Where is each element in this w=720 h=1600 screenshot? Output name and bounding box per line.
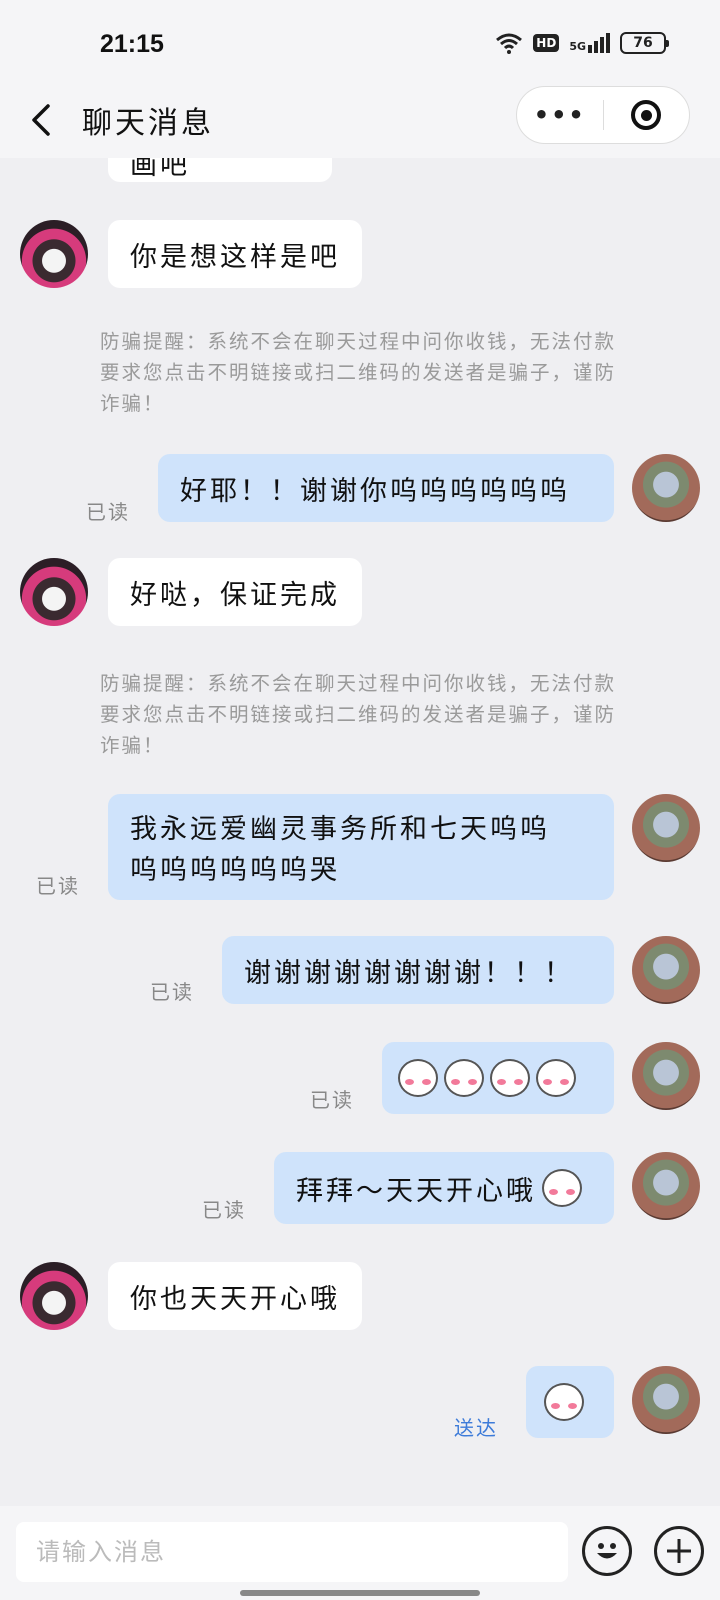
anti-fraud-warning: 防骗提醒：系统不会在聊天过程中问你收钱，无法付款要求您点击不明链接或扫二维码的发… (100, 672, 617, 757)
message-bubble-outgoing[interactable]: 我永远爱幽灵事务所和七天呜呜 呜呜呜呜呜呜哭 (108, 794, 614, 900)
avatar-other[interactable] (20, 1262, 88, 1330)
message-bubble-outgoing[interactable] (382, 1042, 614, 1114)
more-actions-button[interactable] (654, 1526, 704, 1576)
more-icon: ••• (533, 101, 586, 129)
message-bubble-outgoing[interactable]: 谢谢谢谢谢谢谢谢！！！ (222, 936, 614, 1004)
message-bubble-incoming[interactable]: 画吧 (108, 158, 332, 182)
network-label: 5G (569, 40, 586, 53)
page-title: 聊天消息 (82, 106, 214, 141)
message-bubble-incoming[interactable]: 你是想这样是吧 (108, 220, 362, 288)
message-text-line: 呜呜呜呜呜呜哭 (130, 855, 340, 886)
message-text: 你也天天开心哦 (130, 1283, 340, 1315)
read-status: 已读 (36, 874, 80, 898)
read-status: 已读 (310, 1088, 354, 1112)
message-text: 好哒，保证完成 (130, 579, 340, 611)
emoji-button[interactable] (582, 1526, 632, 1576)
input-bar: 请输入消息 (0, 1506, 720, 1600)
message-bubble-outgoing[interactable] (526, 1366, 614, 1438)
avatar-self[interactable] (632, 936, 700, 1004)
message-bubble-incoming[interactable]: 好哒，保证完成 (108, 558, 362, 626)
delivered-status: 送达 (454, 1416, 498, 1440)
message-text: 画吧 (130, 158, 190, 181)
message-text: 你是想这样是吧 (130, 241, 340, 273)
status-icons: HD 5G 76 (495, 32, 669, 54)
status-time: 21:15 (100, 30, 164, 58)
avatar-self[interactable] (632, 794, 700, 862)
more-options-button[interactable]: ••• (517, 101, 603, 129)
blush-face-sticker-icon (444, 1059, 484, 1097)
blush-face-sticker-icon (544, 1383, 584, 1421)
battery-indicator: 76 (620, 32, 669, 54)
blush-face-sticker-icon (536, 1059, 576, 1097)
message-text: 拜拜～天天开心哦 (296, 1175, 536, 1207)
message-text-line: 我永远爱幽灵事务所和七天呜呜 (130, 814, 550, 845)
blush-face-sticker-icon (490, 1059, 530, 1097)
avatar-other[interactable] (20, 558, 88, 626)
record-circle-icon (631, 100, 662, 130)
chat-header: 聊天消息 ••• (0, 86, 720, 158)
avatar-other[interactable] (20, 220, 88, 288)
avatar-self[interactable] (632, 1366, 700, 1434)
chat-message-list[interactable]: 画吧 你是想这样是吧 防骗提醒：系统不会在聊天过程中问你收钱，无法付款要求您点击… (0, 158, 720, 1506)
status-bar: 21:15 HD 5G 76 (0, 0, 720, 86)
read-status: 已读 (150, 980, 194, 1004)
message-bubble-outgoing[interactable]: 好耶！！谢谢你呜呜呜呜呜呜 (158, 454, 614, 522)
avatar-self[interactable] (632, 454, 700, 522)
message-input[interactable]: 请输入消息 (16, 1522, 568, 1582)
message-text: 好耶！！谢谢你呜呜呜呜呜呜 (180, 475, 570, 507)
avatar-self[interactable] (632, 1152, 700, 1220)
chevron-left-icon (32, 104, 50, 136)
plus-icon (667, 1539, 691, 1563)
battery-level: 76 (633, 35, 653, 51)
anti-fraud-warning: 防骗提醒：系统不会在聊天过程中问你收钱，无法付款要求您点击不明链接或扫二维码的发… (100, 330, 617, 415)
read-status: 已读 (86, 500, 130, 524)
signal-5g-icon: 5G (569, 33, 610, 53)
read-status: 已读 (202, 1198, 246, 1222)
message-text: 谢谢谢谢谢谢谢谢！！！ (244, 957, 574, 989)
home-indicator[interactable] (240, 1590, 480, 1596)
avatar-self[interactable] (632, 1042, 700, 1110)
mini-program-capsule: ••• (516, 86, 690, 144)
smiley-icon (597, 1543, 617, 1559)
wifi-icon (496, 33, 523, 54)
back-button[interactable] (26, 100, 66, 140)
hd-badge: HD (533, 34, 560, 52)
message-bubble-incoming[interactable]: 你也天天开心哦 (108, 1262, 362, 1330)
blush-face-sticker-icon (398, 1059, 438, 1097)
laughing-face-sticker-icon (542, 1169, 582, 1207)
close-miniprogram-button[interactable] (604, 100, 690, 130)
message-bubble-outgoing[interactable]: 拜拜～天天开心哦 (274, 1152, 614, 1224)
